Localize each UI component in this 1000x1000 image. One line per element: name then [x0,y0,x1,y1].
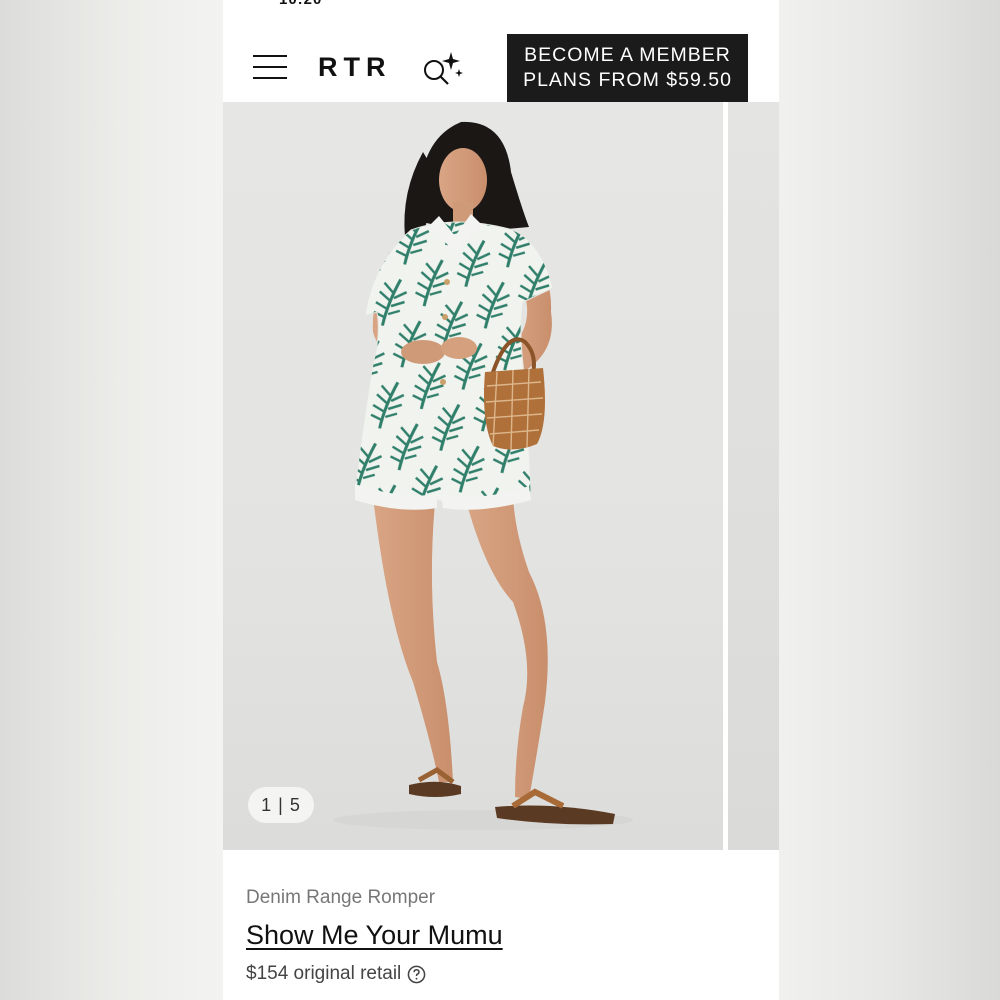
become-member-button[interactable]: BECOME A MEMBER PLANS FROM $59.50 [507,34,748,102]
sparkle-search-icon[interactable] [421,50,463,86]
product-name: Denim Range Romper [246,887,436,908]
rtr-logo[interactable]: RTR [318,52,392,83]
status-bar: 10:20 [223,0,779,10]
original-retail-price: $154 original retail [246,963,402,984]
price-row: $154 original retail [246,963,426,985]
product-image-gallery[interactable]: 1 | 5 [223,102,779,850]
brand-link[interactable]: Show Me Your Mumu [246,920,503,951]
product-info: Denim Range Romper Show Me Your Mumu $15… [223,850,779,1000]
cta-line-2: PLANS FROM $59.50 [523,69,732,91]
status-icons [617,0,727,4]
cta-line-1: BECOME A MEMBER [524,44,731,66]
model-illustration [333,121,633,830]
site-header: RTR BECOME A MEMBER PLANS FROM $59.50 [223,24,779,102]
hamburger-menu-icon[interactable] [253,54,287,80]
product-photo-main[interactable]: 1 | 5 [223,102,723,850]
status-time: 10:20 [279,0,322,8]
image-counter: 1 | 5 [248,787,314,823]
next-photo-peek[interactable] [728,102,779,850]
question-circle-icon[interactable] [407,965,426,984]
phone-screen: 10:20 RTR BECOME A MEMBER PLANS FROM $59… [223,0,779,1000]
